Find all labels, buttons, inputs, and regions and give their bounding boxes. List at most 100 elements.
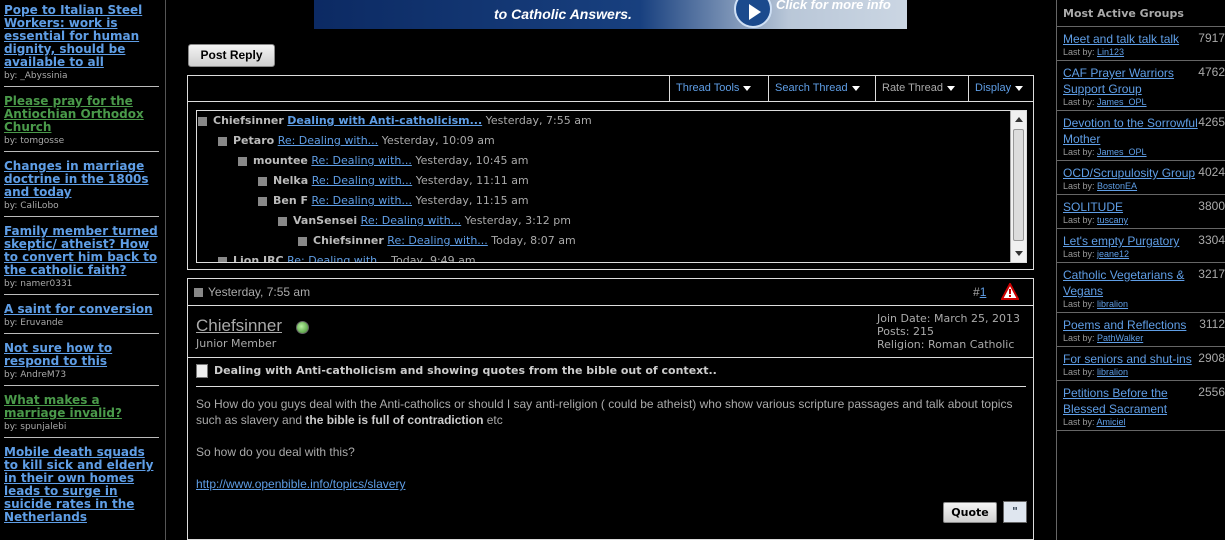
tree-user: Chiefsinner [313,234,384,247]
thread-tree-panel: Chiefsinner Dealing with Anti-catholicis… [187,102,1034,270]
last-by-user[interactable]: tuscany [1097,215,1128,225]
tree-link[interactable]: Dealing with Anti-catholicism... [287,114,482,127]
group-last-by: Last by: Amiciel [1063,417,1219,427]
post-bold-text: the bible is full of contradiction [305,413,484,427]
group-count: 4762 [1198,65,1225,79]
group-last-by: Last by: James_OPL [1063,147,1219,157]
chevron-down-icon [743,85,752,91]
chevron-down-icon [1015,85,1024,91]
group-item: CAF Prayer Warriors Support Group 4762 Las… [1057,61,1225,111]
last-by-label: Last by: [1063,299,1098,309]
group-item: Meet and talk talk talk 7917 Last by: Lin1… [1057,27,1225,61]
last-by-label: Last by: [1063,367,1098,377]
tree-row: Chiefsinner Dealing with Anti-catholicis… [198,111,592,131]
last-by-label: Last by: [1063,249,1098,259]
last-by-user[interactable]: James_OPL [1097,147,1147,157]
node-icon [238,156,247,166]
left-thread-link[interactable]: Changes in marriage doctrine in the 1800… [4,160,159,199]
group-link[interactable]: Let's empty Purgatory [1063,233,1199,249]
group-item: Poems and Reflections 3112 Last by: PathWa… [1057,313,1225,347]
left-thread-link[interactable]: Not sure how to respond to this [4,342,159,368]
left-thread-link[interactable]: Mobile death squads to kill sick and eld… [4,446,159,524]
post-title: Dealing with Anti-catholicism and showin… [196,364,717,378]
tree-link[interactable]: Re: Dealing with... [312,174,413,187]
group-last-by: Last by: jeane12 [1063,249,1219,259]
tree-time: Yesterday, 7:55 am [485,114,592,127]
user-title: Junior Member [196,337,277,350]
left-thread-item: Mobile death squads to kill sick and eld… [4,446,159,529]
tree-user: Ben F [273,194,309,207]
group-count: 2908 [1198,351,1225,365]
left-thread-link[interactable]: Please pray for the Antiochian Orthodox … [4,95,159,134]
scroll-up-icon[interactable] [1015,117,1023,122]
warning-triangle-icon[interactable] [1001,283,1019,301]
post-link[interactable]: http://www.openbible.info/topics/slavery [196,476,1021,492]
left-thread-author: by: spunjalebi [4,422,67,432]
last-by-user[interactable]: Amiciel [1097,417,1126,427]
group-link[interactable]: SOLITUDE [1063,199,1199,215]
post-number-link[interactable]: 1 [980,285,987,299]
group-link[interactable]: Petitions Before the Blessed Sacrament [1063,385,1199,417]
tree-scrollbar[interactable] [1010,111,1026,262]
node-icon [258,196,267,206]
node-icon [258,176,267,186]
group-link[interactable]: Catholic Vegetarians & Vegans [1063,267,1199,299]
left-thread-link[interactable]: A saint for conversion [4,303,159,316]
scroll-down-icon[interactable] [1015,251,1023,256]
tree-link[interactable]: Re: Dealing with... [287,254,388,262]
group-item: SOLITUDE 3800 Last by: tuscany [1057,195,1225,229]
last-by-user[interactable]: PathWalker [1097,333,1143,343]
play-icon [734,0,772,28]
quote-button[interactable]: Quote [943,502,997,523]
post-reply-button[interactable]: Post Reply [188,44,275,67]
tree-row: Nelka Re: Dealing with... Yesterday, 11:… [258,171,529,191]
last-by-user[interactable]: BostonEA [1097,181,1137,191]
left-thread-link[interactable]: Pope to Italian Steel Workers: work is e… [4,4,159,69]
tree-link[interactable]: Re: Dealing with... [278,134,379,147]
last-by-user[interactable]: jeane12 [1097,249,1129,259]
group-link[interactable]: Devotion to the Sorrowful Mother [1063,115,1199,147]
tree-link[interactable]: Re: Dealing with... [311,154,412,167]
group-item: Devotion to the Sorrowful Mother 4265 Last… [1057,111,1225,161]
group-link[interactable]: Meet and talk talk talk [1063,31,1199,47]
scroll-thumb[interactable] [1013,129,1024,241]
left-thread-item: Pope to Italian Steel Workers: work is e… [4,4,159,87]
search-thread-menu[interactable]: Search Thread [768,76,875,101]
post-username[interactable]: Chiefsinner [196,316,282,336]
tree-user: mountee [253,154,308,167]
rate-thread-menu[interactable]: Rate Thread [875,76,968,101]
group-link[interactable]: OCD/Scrupulosity Group [1063,165,1199,181]
node-icon [218,136,227,146]
group-count: 4024 [1198,165,1225,179]
left-thread-link[interactable]: Family member turned skeptic/ atheist? H… [4,225,159,277]
tree-time: Yesterday, 11:15 am [415,194,529,207]
last-by-user[interactable]: libralion [1097,367,1128,377]
right-sidebar-groups: Most Active Groups Meet and talk talk ta… [1056,0,1225,540]
last-by-user[interactable]: James_OPL [1097,97,1147,107]
tree-link[interactable]: Re: Dealing with... [361,214,462,227]
group-item: Catholic Vegetarians & Vegans 3217 Last by… [1057,263,1225,313]
display-menu[interactable]: Display [968,76,1033,101]
tree-link[interactable]: Re: Dealing with... [312,194,413,207]
online-status-icon [296,321,309,334]
post-header: Yesterday, 7:55 am #1 [188,279,1033,306]
chevron-down-icon [851,85,860,91]
forum-post: Yesterday, 7:55 am #1 Chiefsinner Junior… [187,278,1034,540]
group-link[interactable]: Poems and Reflections [1063,317,1199,333]
post-body: So How do you guys deal with the Anti-ca… [196,396,1021,508]
left-thread-link[interactable]: What makes a marriage invalid? [4,394,159,420]
group-link[interactable]: CAF Prayer Warriors Support Group [1063,65,1199,97]
last-by-user[interactable]: libralion [1097,299,1128,309]
catholic-answers-banner[interactable]: to Catholic Answers. Click for more info [314,0,907,29]
last-by-user[interactable]: Lin123 [1097,47,1124,57]
user-religion: Religion: Roman Catholic [877,338,1015,351]
thread-tools-menu[interactable]: Thread Tools [669,76,768,101]
group-count: 7917 [1198,31,1225,45]
group-last-by: Last by: tuscany [1063,215,1219,225]
group-link[interactable]: For seniors and shut-ins [1063,351,1199,367]
tree-link[interactable]: Re: Dealing with... [387,234,488,247]
tree-time: Yesterday, 11:11 am [415,174,529,187]
group-item: OCD/Scrupulosity Group 4024 Last by: Bosto… [1057,161,1225,195]
post-paragraph: So how do you deal with this? [196,445,355,459]
multiquote-icon[interactable]: " [1003,501,1027,523]
